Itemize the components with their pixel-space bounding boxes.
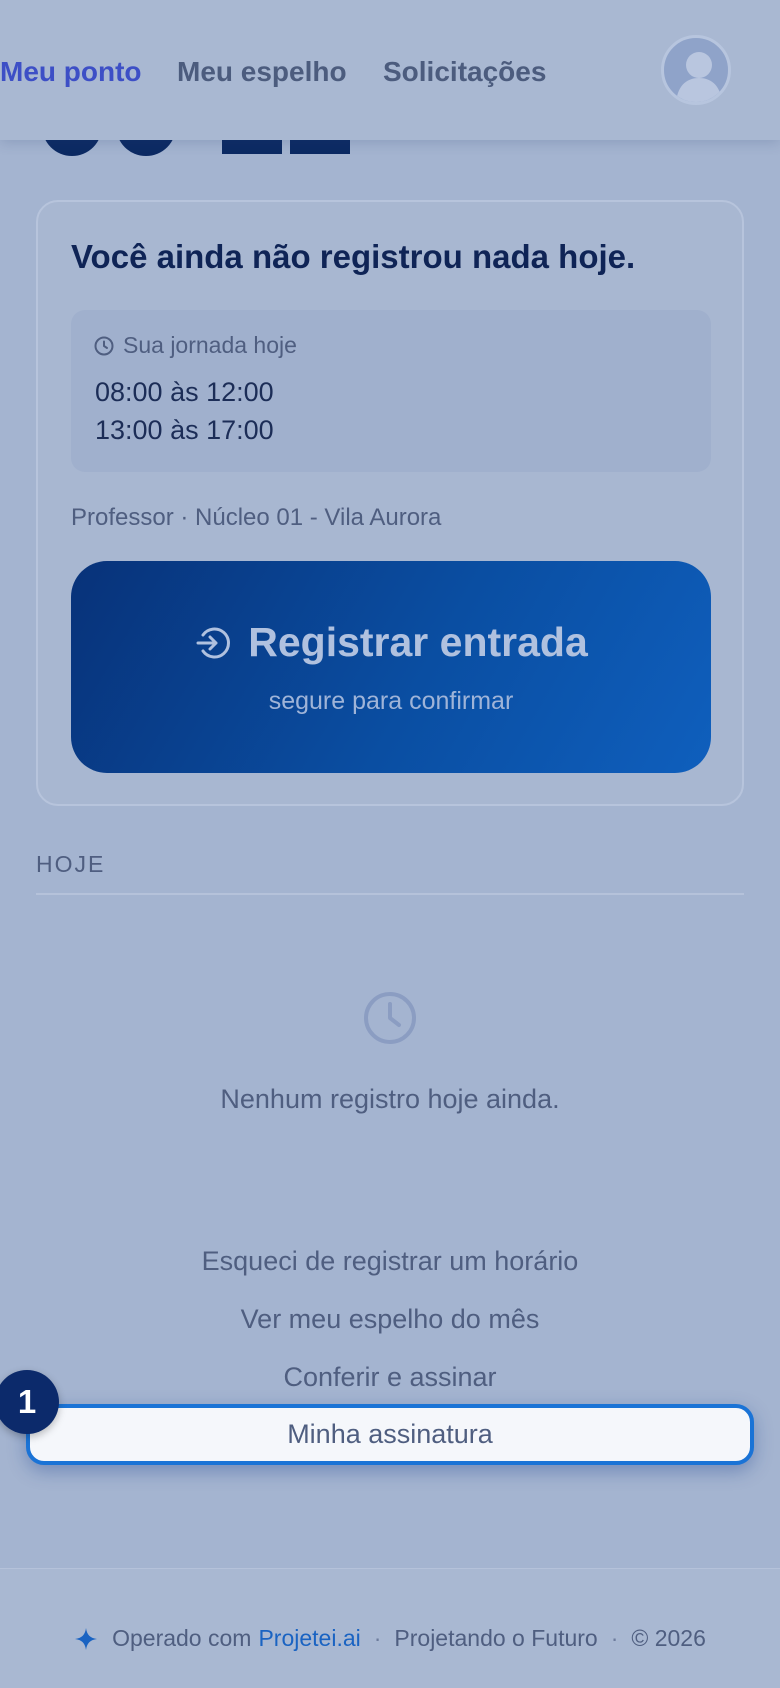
today-section-label: HOJE: [36, 851, 106, 877]
section-divider: [36, 893, 744, 895]
link-view-monthly-mirror[interactable]: Ver meu espelho do mês: [0, 1304, 780, 1335]
footer-brand-link[interactable]: Projetei.ai: [258, 1625, 360, 1652]
nav-tab-meu-espelho[interactable]: Meu espelho: [177, 56, 347, 88]
role-location: Professor · Núcleo 01 - Vila Aurora: [71, 504, 442, 531]
schedule-shift: 08:00 às 12:00: [95, 377, 274, 407]
user-avatar-icon[interactable]: [661, 35, 731, 105]
footer-separator: ·: [373, 1625, 382, 1651]
schedule-heading: Sua jornada hoje: [93, 332, 297, 359]
footer-copyright: © 2026: [631, 1625, 706, 1651]
link-forgot-register[interactable]: Esqueci de registrar um horário: [0, 1246, 780, 1277]
footer-prefix: Operado com: [112, 1625, 252, 1651]
schedule-heading-label: Sua jornada hoje: [123, 332, 297, 358]
footer-row: Operado com Projetei.ai · Projetando o F…: [0, 1625, 780, 1652]
footer: Operado com Projetei.ai · Projetando o F…: [0, 1568, 780, 1688]
punch-card: Você ainda não registrou nada hoje. Sua …: [36, 200, 744, 806]
link-my-signature[interactable]: Minha assinatura: [26, 1404, 754, 1465]
register-entry-button[interactable]: Registrar entrada segure para confirmar: [71, 561, 711, 773]
nav-tab-solicitacoes[interactable]: Solicitações: [383, 56, 546, 88]
link-review-and-sign[interactable]: Conferir e assinar: [0, 1362, 780, 1393]
empty-state-text: Nenhum registro hoje ainda.: [220, 1084, 560, 1114]
top-navigation: Meu ponto Meu espelho Solicitações: [0, 0, 780, 140]
footer-tagline: Projetando o Futuro: [394, 1625, 598, 1651]
register-entry-main: Registrar entrada: [71, 619, 711, 666]
clock-icon: [94, 336, 114, 355]
page: Meu ponto Meu espelho Solicitações Você …: [0, 0, 780, 1688]
login-arrow-icon: [196, 627, 231, 658]
schedule-shift: 13:00 às 17:00: [95, 415, 274, 445]
sparkle-icon: [74, 1627, 98, 1651]
nav-tab-meu-ponto[interactable]: Meu ponto: [0, 56, 142, 88]
card-title: Você ainda não registrou nada hoje.: [71, 238, 636, 275]
schedule-box: Sua jornada hoje 08:00 às 12:00 13:00 às…: [71, 310, 711, 472]
footer-separator: ·: [610, 1625, 619, 1651]
clock-icon: [364, 992, 416, 1044]
avatar-silhouette-icon: [676, 52, 722, 102]
register-entry-hint: segure para confirmar: [268, 687, 514, 715]
register-entry-label: Registrar entrada: [248, 619, 588, 665]
